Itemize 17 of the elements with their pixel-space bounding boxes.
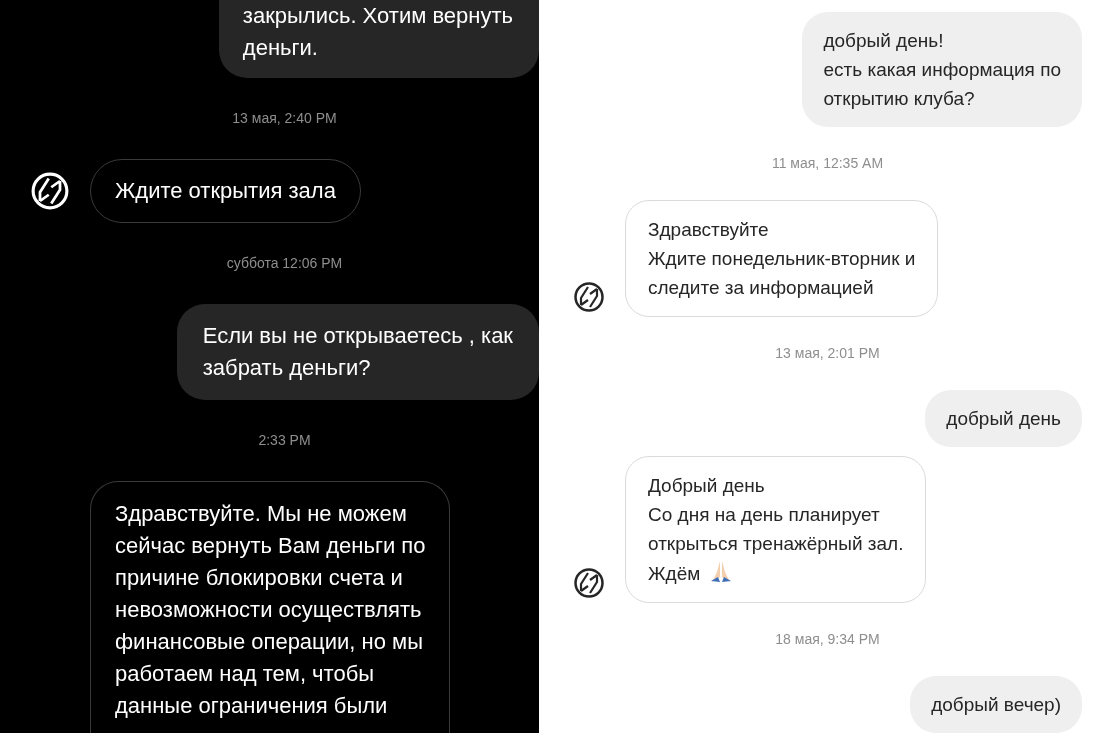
message-timestamp: 18 мая, 9:34 PM	[775, 630, 880, 649]
logo-icon	[30, 171, 70, 211]
sent-message-bubble: Если вы не открываетесь , как забрать деньги?	[176, 304, 539, 400]
message-timestamp: суббота 12:06 PM	[226, 254, 343, 273]
received-message-bubble: Здравствуйте. Мы не можем сейчас вернуть Вам деньги по причине блокировки счета и невозможности осуществлять финансовые операции, но мы работаем над тем, чтобы данные ограничения были	[90, 481, 451, 733]
message-timestamp: 2:33 PM	[258, 431, 311, 450]
logo-icon	[573, 281, 605, 313]
message-timestamp: 11 мая, 12:35 AM	[771, 154, 884, 173]
sent-message-bubble: закрылись. Хотим вернуть деньги.	[218, 0, 539, 78]
logo-icon	[573, 567, 605, 599]
sent-message-bubble: добрый день	[925, 390, 1082, 447]
received-message-bubble: Добрый день Со дня на день планирует открыться тренажёрный зал. Ждём	[625, 456, 927, 603]
sent-message-bubble: добрый день! есть какая информация по открытию клуба?	[802, 12, 1082, 127]
message-timestamp: 13 мая, 2:01 PM	[775, 344, 880, 363]
sent-message-bubble: добрый вечер)	[910, 676, 1082, 733]
received-message-bubble: Здравствуйте Ждите понедельник-вторник и следите за информацией	[625, 200, 939, 317]
message-timestamp: 13 мая, 2:40 PM	[232, 109, 337, 128]
